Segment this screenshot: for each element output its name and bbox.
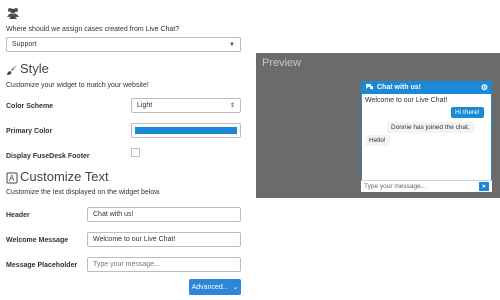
- chat-input-placeholder: Type your message...: [364, 183, 427, 190]
- welcome-input[interactable]: Welcome to our Live Chat!: [87, 232, 241, 247]
- color-scheme-value: Light: [137, 102, 153, 109]
- primary-color-picker[interactable]: [131, 123, 241, 138]
- chat-icon: [365, 83, 374, 93]
- header-label: Header: [6, 212, 30, 219]
- gear-icon[interactable]: ⚙: [481, 83, 488, 92]
- customize-section-title: Customize Text: [20, 169, 109, 184]
- primary-color-swatch: [135, 127, 237, 134]
- header-input-value: Chat with us!: [93, 211, 134, 218]
- updown-icon: ⇕: [229, 103, 235, 109]
- chevron-down-icon: ▼: [229, 41, 235, 48]
- chat-message-hello: Hello!: [365, 135, 390, 146]
- placeholder-label: Message Placeholder: [6, 262, 78, 269]
- header-input[interactable]: Chat with us!: [87, 207, 241, 222]
- primary-color-label: Primary Color: [6, 128, 53, 135]
- advanced-button-label: Advanced...: [191, 283, 229, 291]
- advanced-button[interactable]: Advanced... ⌄: [189, 279, 241, 295]
- users-icon: [6, 6, 20, 19]
- welcome-input-value: Welcome to our Live Chat!: [93, 236, 176, 243]
- chat-system-joined: Donnie has joined the chat.: [387, 122, 474, 133]
- brush-icon: [6, 63, 18, 75]
- assign-question: Where should we assign cases created fro…: [6, 26, 180, 33]
- customize-section-subtitle: Customize the text displayed on the widg…: [6, 189, 161, 196]
- text-format-icon: A: [6, 171, 18, 184]
- assign-select-value: Support: [12, 41, 37, 48]
- chevron-down-icon: ⌄: [232, 284, 239, 291]
- style-section-title: Style: [20, 61, 49, 76]
- style-section-subtitle: Customize your widget to match your webs…: [6, 82, 149, 89]
- preview-title: Preview: [262, 57, 302, 69]
- chat-welcome: Welcome to our Live Chat!: [365, 97, 448, 104]
- footer-label: Display FuseDesk Footer: [6, 153, 90, 160]
- welcome-label: Welcome Message: [6, 237, 69, 244]
- assign-select[interactable]: Support ▼: [6, 37, 241, 52]
- chat-message-input[interactable]: Type your message... ➤: [361, 180, 492, 192]
- send-icon[interactable]: ➤: [479, 182, 489, 191]
- svg-text:A: A: [9, 174, 15, 183]
- chat-widget-title: Chat with us!: [377, 84, 421, 91]
- color-scheme-label: Color Scheme: [6, 103, 54, 110]
- placeholder-input-value: Type your message...: [93, 261, 160, 268]
- chat-message-hi: Hi there!: [451, 107, 484, 118]
- color-scheme-select[interactable]: Light ⇕: [131, 98, 241, 113]
- footer-checkbox[interactable]: [131, 148, 140, 157]
- chat-widget-header: Chat with us! ⚙: [361, 81, 492, 94]
- placeholder-input[interactable]: Type your message...: [87, 257, 241, 272]
